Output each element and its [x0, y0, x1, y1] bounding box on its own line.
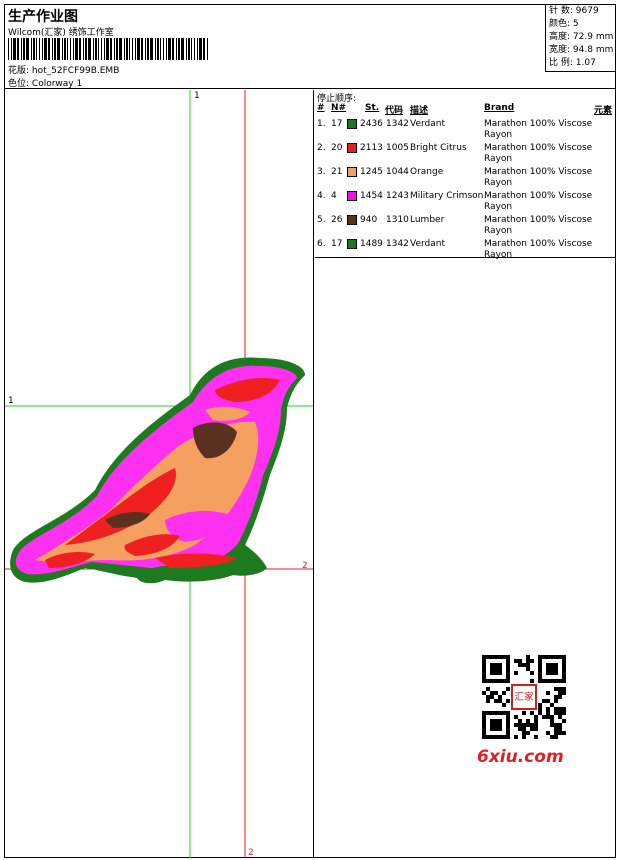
design-value: hot_52FCF99B.EMB — [31, 66, 120, 76]
thread-row: 2. 20 2113 1005 Bright Citrus Marathon 100% V… — [315, 143, 615, 167]
row-brand: Marathon 100% Viscose Rayon — [484, 119, 593, 140]
color-swatch — [347, 191, 357, 201]
row-brand: Marathon 100% Viscose Rayon — [484, 143, 593, 164]
row-needle: 21 — [331, 167, 343, 177]
row-needle: 26 — [331, 215, 343, 225]
stat-colors: 颜色: 5 — [549, 19, 579, 29]
design-stats: 针 数: 9679 颜色: 5 高度: 72.9 mm 宽度: 94.8 mm … — [545, 5, 615, 72]
row-description: Orange — [410, 167, 444, 177]
row-description: Lumber — [410, 215, 445, 225]
row-description: Verdant — [410, 239, 445, 249]
col-stitches: St. — [365, 103, 380, 113]
row-description: Bright Citrus — [410, 143, 467, 153]
color-swatch — [347, 119, 357, 129]
row-code: 1342 — [386, 239, 409, 249]
bird-embroidery — [10, 357, 306, 584]
row-number: 5. — [317, 215, 326, 225]
watermark-logo: 6xiu.com — [477, 747, 564, 767]
colorway-value: Colorway 1 — [31, 79, 83, 89]
color-swatch — [347, 239, 357, 249]
design-file-line: 花版: hot_52FCF99B.EMB — [8, 63, 119, 76]
thread-row: 4. 4 1454 1243 Military Crimson Marathon 100%… — [315, 191, 615, 215]
thread-row: 6. 17 1489 1342 Verdant Marathon 100% Viscose… — [315, 239, 615, 263]
colorway-line: 色位: Colorway 1 — [8, 76, 82, 89]
worksheet-header: 生产作业图 Wilcom(汇家) 绣饰工作室 花版: hot_52FCF99B.… — [5, 5, 615, 89]
color-swatch — [347, 167, 357, 177]
seal-text: 汇家 — [514, 691, 534, 703]
production-worksheet: 生产作业图 Wilcom(汇家) 绣饰工作室 花版: hot_52FCF99B.… — [4, 4, 616, 858]
color-swatch — [347, 215, 357, 225]
design-canvas: 1 1 2 2 — [5, 90, 314, 858]
stat-height: 高度: 72.9 mm — [549, 32, 614, 42]
row-stitches: 940 — [360, 215, 378, 225]
row-code: 1243 — [386, 191, 409, 201]
row-description: Military Crimson — [410, 191, 484, 201]
embroidery-preview — [5, 90, 313, 858]
row-stitches: 2436 — [360, 119, 383, 129]
thread-row: 3. 21 1245 1044 Orange Marathon 100% Viscose … — [315, 167, 615, 191]
red-horizontal-guide-label: 2 — [302, 561, 308, 571]
green-vertical-guide-label: 1 — [194, 91, 200, 101]
row-brand: Marathon 100% Viscose Rayon — [484, 239, 593, 260]
stop-order-panel: 停止顺序: # N# St. 代码 描述 Brand 元素 1. 17 2436 13… — [315, 90, 615, 260]
row-needle: 4 — [331, 191, 337, 201]
row-stitches: 1489 — [360, 239, 383, 249]
col-number: # — [317, 103, 325, 113]
stat-scale: 比 例: 1.07 — [549, 58, 596, 68]
col-description: 描述 — [410, 106, 429, 116]
red-vertical-guide-label: 2 — [248, 848, 254, 858]
stat-stitches: 针 数: 9679 — [549, 6, 599, 16]
design-label: 花版: — [8, 66, 30, 76]
col-brand: Brand — [484, 103, 515, 113]
colorway-label: 色位: — [8, 79, 30, 89]
row-code: 1005 — [386, 143, 409, 153]
qr-code: 汇家 — [482, 655, 566, 739]
col-needle: N# — [331, 103, 347, 113]
thread-row: 5. 26 940 1310 Lumber Marathon 100% Viscose R… — [315, 215, 615, 239]
stat-width: 宽度: 94.8 mm — [549, 45, 614, 55]
row-number: 3. — [317, 167, 326, 177]
barcode — [8, 38, 208, 60]
row-code: 1310 — [386, 215, 409, 225]
row-code: 1342 — [386, 119, 409, 129]
row-code: 1044 — [386, 167, 409, 177]
row-number: 1. — [317, 119, 326, 129]
row-needle: 20 — [331, 143, 343, 153]
color-swatch — [347, 143, 357, 153]
row-number: 4. — [317, 191, 326, 201]
col-code: 代码 — [385, 106, 404, 116]
row-stitches: 1454 — [360, 191, 383, 201]
row-brand: Marathon 100% Viscose Rayon — [484, 191, 593, 212]
green-horizontal-guide-label: 1 — [8, 396, 14, 406]
row-number: 6. — [317, 239, 326, 249]
row-brand: Marathon 100% Viscose Rayon — [484, 215, 593, 236]
thread-row: 1. 17 2436 1342 Verdant Marathon 100% Viscose… — [315, 119, 615, 143]
row-brand: Marathon 100% Viscose Rayon — [484, 167, 593, 188]
row-stitches: 1245 — [360, 167, 383, 177]
company-name: Wilcom(汇家) 绣饰工作室 — [8, 28, 114, 38]
row-description: Verdant — [410, 119, 445, 129]
col-element: 元素 — [594, 106, 613, 116]
row-number: 2. — [317, 143, 326, 153]
row-needle: 17 — [331, 119, 343, 129]
page-title: 生产作业图 — [8, 9, 78, 25]
stop-order-header: # N# St. 代码 描述 Brand 元素 — [315, 103, 615, 116]
row-stitches: 2113 — [360, 143, 383, 153]
row-needle: 17 — [331, 239, 343, 249]
